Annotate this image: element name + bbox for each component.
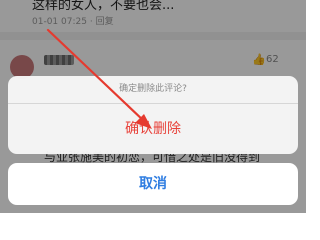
action-sheet-title: 确定删除此评论? [119,84,187,94]
cancel-button[interactable]: 取消 [8,163,298,205]
confirm-delete-button[interactable]: 确认删除 [8,104,298,154]
action-sheet: 确定删除此评论? 确认删除 [8,76,298,154]
